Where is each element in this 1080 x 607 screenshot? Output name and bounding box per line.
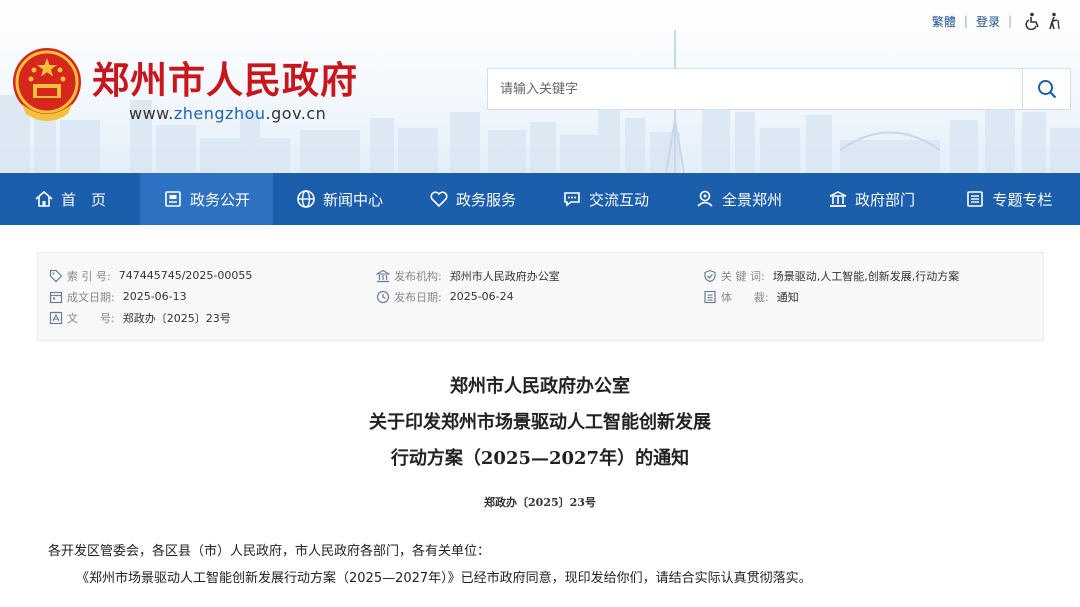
nav-label: 专题专栏 <box>992 190 1053 209</box>
site-header: 郑州市人民政府 www.zhengzhou.gov.cn 繁體 | 登录 | <box>0 0 1080 173</box>
meta-label: 索 引 号: <box>67 269 111 283</box>
shield-check-icon <box>703 269 717 283</box>
nav-label: 政府部门 <box>854 190 915 209</box>
document-meta-box: 索 引 号: 747445745/2025-00055 成文日期: 2025-0… <box>37 252 1044 341</box>
meta-value: 郑政办〔2025〕23号 <box>122 311 231 325</box>
meta-issuer: 发布机构: 郑州市人民政府办公室 <box>376 265 560 286</box>
meta-value: 747445745/2025-00055 <box>118 269 253 282</box>
meta-label: 关 键 词: <box>721 269 765 283</box>
url-highlight: zhengzhou <box>173 104 266 123</box>
document-title-line-2: 关于印发郑州市场景驱动人工智能创新发展 <box>369 412 711 433</box>
meta-value: 2025-06-13 <box>122 290 187 303</box>
home-icon <box>35 190 53 207</box>
wheelchair-icon[interactable] <box>1024 12 1042 30</box>
utility-separator: | <box>963 14 968 28</box>
site-title: 郑州市人民政府 <box>92 58 358 102</box>
meta-value: 郑州市人民政府办公室 <box>449 269 560 283</box>
nav-item-panorama[interactable]: 全景郑州 <box>672 173 805 225</box>
list-icon <box>967 191 984 207</box>
nav-item-news[interactable]: 新闻中心 <box>273 173 406 225</box>
url-suffix: .gov.cn <box>265 104 327 123</box>
meta-index-number: 索 引 号: 747445745/2025-00055 <box>49 265 252 286</box>
nav-item-services[interactable]: 政务服务 <box>406 173 539 225</box>
utility-separator: | <box>1007 14 1012 28</box>
main-nav: 首 页 政务公开 新闻中心 政务服务 交流互动 全景郑州 政府部门 专题专栏 <box>0 173 1080 225</box>
list-doc-icon <box>703 290 717 304</box>
url-prefix: www. <box>129 104 174 123</box>
meta-label: 文 号: <box>67 311 115 325</box>
nav-item-government-affairs[interactable]: 政务公开 <box>140 173 273 225</box>
nav-label: 首 页 <box>60 190 106 209</box>
meta-value: 通知 <box>776 290 799 304</box>
institution-icon <box>376 269 390 283</box>
tag-icon <box>49 269 63 283</box>
national-emblem-icon <box>13 48 81 121</box>
meta-label: 体 裁: <box>721 290 769 304</box>
meta-value: 场景驱动,人工智能,创新发展,行动方案 <box>772 269 960 283</box>
traditional-chinese-link[interactable]: 繁體 <box>932 13 956 30</box>
search-bar <box>487 68 1071 110</box>
meta-created-date: 成文日期: 2025-06-13 <box>49 286 252 307</box>
heart-icon <box>430 191 448 208</box>
nav-label: 政务服务 <box>455 190 516 209</box>
meta-published-date: 发布日期: 2025-06-24 <box>376 286 560 307</box>
document-title-line-1: 郑州市人民政府办公室 <box>450 376 630 397</box>
meta-label: 发布机构: <box>394 269 442 283</box>
utility-links: 繁體 | 登录 | <box>932 12 1064 30</box>
document-icon <box>165 191 181 207</box>
search-button[interactable] <box>1022 69 1070 109</box>
nav-label: 新闻中心 <box>322 190 383 209</box>
search-input[interactable] <box>488 69 1022 109</box>
nav-item-interaction[interactable]: 交流互动 <box>539 173 672 225</box>
nav-item-special-topics[interactable]: 专题专栏 <box>938 173 1080 225</box>
nav-label: 交流互动 <box>588 190 649 209</box>
meta-label: 发布日期: <box>394 290 442 304</box>
document-number-icon <box>49 311 63 325</box>
meta-column-left: 索 引 号: 747445745/2025-00055 成文日期: 2025-0… <box>49 265 252 328</box>
building-icon <box>829 191 847 207</box>
chat-icon <box>564 192 580 207</box>
meta-label: 成文日期: <box>67 290 115 304</box>
clock-icon <box>376 290 390 304</box>
meta-document-number: 文 号: 郑政办〔2025〕23号 <box>49 307 252 328</box>
nav-item-departments[interactable]: 政府部门 <box>805 173 938 225</box>
globe-icon <box>297 190 315 208</box>
document-body-paragraph: 《郑州市场景驱动人工智能创新发展行动方案（2025—2027年）》已经市政府同意… <box>76 571 812 586</box>
calendar-icon <box>49 290 63 304</box>
document-number: 郑政办〔2025〕23号 <box>484 496 596 509</box>
search-icon <box>1037 80 1056 99</box>
meta-genre: 体 裁: 通知 <box>703 286 959 307</box>
nav-label: 政务公开 <box>189 190 250 209</box>
document-salutation: 各开发区管委会，各区县（市）人民政府，市人民政府各部门，各有关单位： <box>48 544 491 559</box>
meta-column-right: 关 键 词: 场景驱动,人工智能,创新发展,行动方案 体 裁: 通知 <box>703 265 959 307</box>
nav-item-home[interactable]: 首 页 <box>0 173 140 225</box>
meta-keywords: 关 键 词: 场景驱动,人工智能,创新发展,行动方案 <box>703 265 959 286</box>
panorama-icon <box>697 190 713 207</box>
nav-label: 全景郑州 <box>721 190 782 209</box>
site-url: www.zhengzhou.gov.cn <box>129 104 326 123</box>
document-title-line-3: 行动方案（2025—2027年）的通知 <box>390 448 690 469</box>
meta-column-middle: 发布机构: 郑州市人民政府办公室 发布日期: 2025-06-24 <box>376 265 560 307</box>
login-link[interactable]: 登录 <box>976 13 1000 30</box>
elderly-icon[interactable] <box>1046 12 1064 30</box>
meta-value: 2025-06-24 <box>449 290 514 303</box>
